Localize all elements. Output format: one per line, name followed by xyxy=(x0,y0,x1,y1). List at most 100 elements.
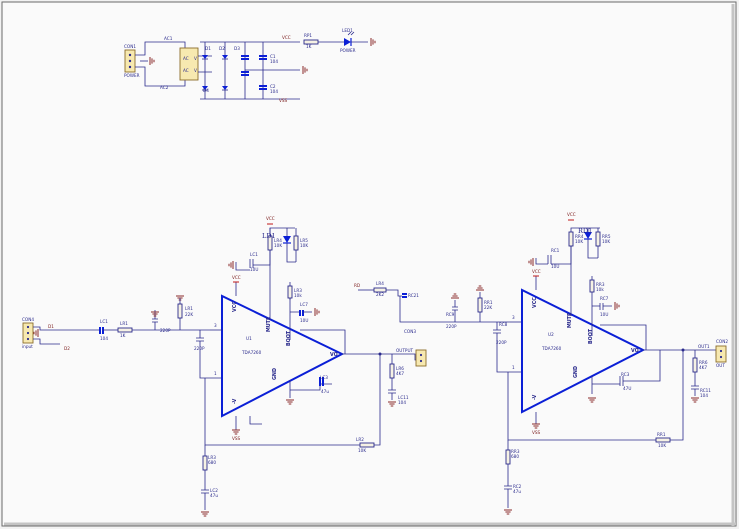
lr2-label: LR2 xyxy=(356,437,364,442)
svg-text:10K: 10K xyxy=(602,239,610,244)
svg-text:-V: -V xyxy=(532,394,538,400)
diode-d2-label: D2 xyxy=(219,46,225,51)
ac2-label: AC2 xyxy=(160,85,169,90)
svg-text:3: 3 xyxy=(512,315,515,320)
con2-label: CON2 xyxy=(716,339,728,344)
svg-text:10U: 10U xyxy=(551,264,559,269)
lr1-value: 1K xyxy=(120,333,126,338)
svg-text:10k: 10k xyxy=(294,293,302,298)
svg-text:VSS: VSS xyxy=(232,436,241,441)
svg-text:2K2: 2K2 xyxy=(376,292,384,297)
lr4-value: 10K xyxy=(274,243,282,248)
svg-text:LC1: LC1 xyxy=(250,252,258,257)
svg-text:BOOT: BOOT xyxy=(286,330,292,346)
u2-ref: U2 xyxy=(548,332,554,337)
svg-text:AC: AC xyxy=(183,56,189,61)
rr1-value: 10K xyxy=(658,443,666,448)
diode-d4-label: D4 xyxy=(203,88,209,93)
svg-text:47U: 47U xyxy=(623,386,631,391)
schematic-canvas: CON1 POWER AC1 AC2 AC AC V V D1 D2 D3 D4 C… xyxy=(0,0,739,529)
diode-d1-label: D1 xyxy=(205,46,211,51)
svg-text:BOOT: BOOT xyxy=(588,328,594,344)
resistor-rr1 xyxy=(655,437,671,443)
svg-text:GND: GND xyxy=(272,368,278,380)
svg-text:4K7: 4K7 xyxy=(699,365,707,370)
led1-sub: POWER xyxy=(340,48,356,53)
cin-label: LC1 xyxy=(100,319,108,324)
input-connector-label: CON4 xyxy=(22,317,34,322)
power-connector-label: CON1 xyxy=(124,44,136,49)
led1-label: LED1 xyxy=(342,28,353,33)
ch2-vcc: VCC xyxy=(532,269,541,274)
svg-text:RC9: RC9 xyxy=(446,312,455,317)
vcc-label: VCC xyxy=(282,35,291,40)
power-connector-sublabel: POWER xyxy=(124,73,140,78)
svg-text:AC: AC xyxy=(183,68,189,73)
lr3-value: 680 xyxy=(208,460,216,465)
output-connector-2 xyxy=(715,345,727,363)
u1-ref: U1 xyxy=(246,336,252,341)
schematic-svg: CON1 POWER AC1 AC2 AC AC V V D1 D2 D3 D4 C… xyxy=(1,1,737,527)
svg-text:RD: RD xyxy=(354,283,360,288)
svg-text:MUTE: MUTE xyxy=(567,313,573,328)
c-in2-value: 220P xyxy=(194,346,205,351)
svg-text:D1: D1 xyxy=(48,324,54,329)
svg-text:VCC: VCC xyxy=(232,275,241,280)
svg-text:VCC: VCC xyxy=(266,216,275,221)
svg-text:VO: VO xyxy=(631,348,639,354)
svg-text:RC8: RC8 xyxy=(499,322,508,327)
svg-text:RC7: RC7 xyxy=(600,296,609,301)
resistor-lr5 xyxy=(293,235,299,251)
svg-text:VCC: VCC xyxy=(567,212,576,217)
rr3-value: 680 xyxy=(511,454,519,459)
ch2-output-label: OUT1 xyxy=(698,344,710,349)
svg-text:VCC: VCC xyxy=(532,297,538,308)
resistor-lr2 xyxy=(359,442,375,448)
svg-text:V: V xyxy=(194,68,197,73)
svg-text:VCC: VCC xyxy=(232,301,238,312)
svg-text:RC3: RC3 xyxy=(621,372,630,377)
con2-sub: OUT xyxy=(716,363,725,368)
output-label: OUTPUT xyxy=(396,348,414,353)
svg-text:10k: 10k xyxy=(596,287,604,292)
rc2-value: 47u xyxy=(513,489,521,494)
svg-text:104: 104 xyxy=(398,400,406,405)
svg-text:D2: D2 xyxy=(64,346,70,351)
svg-text:VO: VO xyxy=(330,352,338,358)
resistor-output xyxy=(389,363,395,379)
cin-value: 104 xyxy=(100,336,108,341)
svg-text:LR4: LR4 xyxy=(376,281,384,286)
svg-text:10U: 10U xyxy=(300,318,308,323)
lc3-value: 47u xyxy=(321,389,329,394)
ac1-label: AC1 xyxy=(164,36,173,41)
diode-d3-label: D3 xyxy=(234,46,240,51)
vss-label: VSS xyxy=(279,98,288,103)
svg-text:4K7: 4K7 xyxy=(396,371,404,376)
svg-text:10U: 10U xyxy=(600,312,608,317)
svg-text:1: 1 xyxy=(214,371,217,376)
resistor-rr3 xyxy=(505,449,511,465)
svg-text:10K: 10K xyxy=(575,239,583,244)
resistor-lr3 xyxy=(202,455,208,471)
resistor-lr1 xyxy=(117,327,133,333)
svg-text:22K: 22K xyxy=(484,305,492,310)
ld1-label: LD1 xyxy=(262,232,276,240)
rp1-value: 1K xyxy=(306,44,312,49)
input-label: input xyxy=(22,344,33,349)
svg-text:LC7: LC7 xyxy=(300,302,308,307)
rd1-label: RD1 xyxy=(578,227,592,235)
rr1-label: RR1 xyxy=(657,432,666,437)
resistor-input-bias xyxy=(177,303,183,319)
svg-text:1: 1 xyxy=(512,365,515,370)
u1-ic-label: TDA7260 xyxy=(241,350,262,355)
lr1-label: LR1 xyxy=(120,321,128,326)
svg-text:CON3: CON3 xyxy=(404,329,416,334)
cap-c1-value: 104 xyxy=(270,59,278,64)
lr2-value: 10K xyxy=(358,448,366,453)
output-connector xyxy=(415,349,427,367)
svg-text:220P: 220P xyxy=(160,328,171,333)
svg-text:V: V xyxy=(194,56,197,61)
svg-text:220P: 220P xyxy=(446,324,457,329)
svg-text:RC1: RC1 xyxy=(551,248,560,253)
lc3-label: LC3 xyxy=(320,375,328,380)
